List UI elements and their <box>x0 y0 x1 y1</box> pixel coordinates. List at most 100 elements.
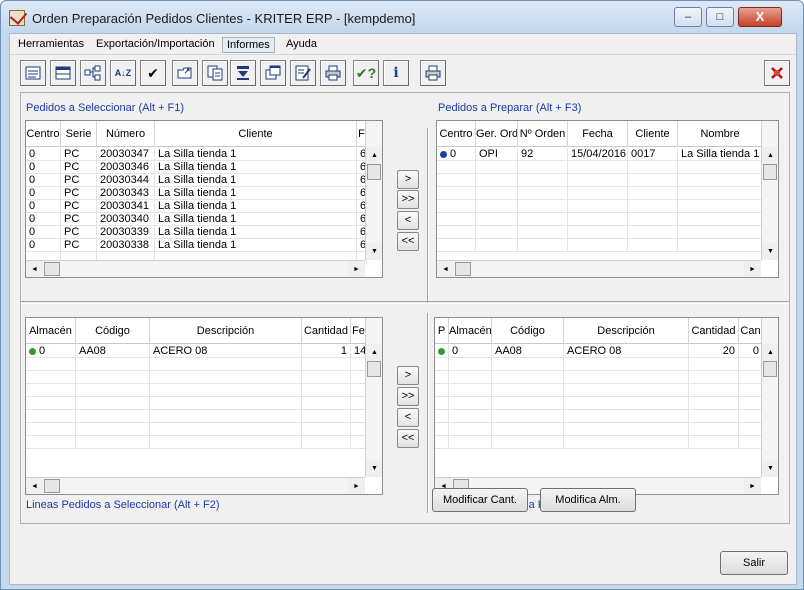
pedidos-preparar-grid[interactable]: Centro Ger. Ord Nº Orden Fecha Cliente Nombre… <box>436 120 779 278</box>
scroll-thumb[interactable] <box>455 262 471 276</box>
table-row[interactable]: 0 OPI 92 15/04/2016 0017 La Silla tienda 1 <box>437 148 763 161</box>
table-row[interactable]: 0 PC 20030343 La Silla tienda 16 <box>26 187 367 200</box>
scroll-thumb[interactable] <box>44 262 60 276</box>
column-header[interactable]: Descripción <box>564 318 689 344</box>
scroll-up-icon[interactable]: ▲ <box>366 147 382 164</box>
horizontal-scrollbar[interactable]: ◄ ► <box>26 477 365 494</box>
column-header[interactable]: Almacén <box>26 318 76 344</box>
pedidos-seleccionar-grid[interactable]: Centro Serie Número Cliente F 0 PC 20030347 La S… <box>25 120 383 278</box>
move-all-left-button[interactable]: << <box>397 232 419 251</box>
column-header[interactable]: Código <box>76 318 150 344</box>
empty-cell <box>76 423 150 436</box>
move-left-button[interactable]: < <box>397 211 419 230</box>
line-move-all-right-button[interactable]: >> <box>397 387 419 406</box>
column-header[interactable]: Descripción <box>150 318 302 344</box>
open-folder-icon[interactable] <box>172 60 198 86</box>
lineas-preparar-grid[interactable]: P Almacén Código Descripción Cantidad Can 0 AA0… <box>434 317 779 495</box>
menu-ayuda[interactable]: Ayuda <box>282 37 321 53</box>
scroll-down-icon[interactable]: ▼ <box>762 243 778 260</box>
vertical-scrollbar[interactable]: ▲ ▼ <box>761 318 778 477</box>
column-header[interactable]: Ger. Ord <box>476 121 518 147</box>
horizontal-scrollbar[interactable]: ◄ ► <box>437 260 761 277</box>
horizontal-scrollbar[interactable]: ◄ ► <box>26 260 365 277</box>
column-header[interactable]: Centro <box>26 121 61 147</box>
column-header[interactable]: Cantidad <box>689 318 739 344</box>
scroll-right-icon[interactable]: ► <box>744 478 761 494</box>
modifica-alm-button[interactable]: Modifica Alm. <box>540 488 636 512</box>
column-header[interactable]: Can <box>739 318 763 344</box>
scroll-thumb[interactable] <box>44 479 60 493</box>
vertical-scrollbar[interactable]: ▲ ▼ <box>761 121 778 260</box>
list-icon[interactable] <box>20 60 46 86</box>
table-icon[interactable] <box>50 60 76 86</box>
scroll-left-icon[interactable]: ◄ <box>26 478 43 494</box>
table-row[interactable]: 0 AA08 ACERO 08 20 0 <box>435 345 763 358</box>
move-right-button[interactable]: > <box>397 170 419 189</box>
column-header[interactable]: Serie <box>61 121 97 147</box>
column-header[interactable]: Código <box>492 318 564 344</box>
edit-icon[interactable] <box>290 60 316 86</box>
menu-exportacion-importacion[interactable]: Exportación/Importación <box>92 37 219 53</box>
lineas-seleccionar-grid[interactable]: Almacén Código Descripción Cantidad Fe 0 AA08 A… <box>25 317 383 495</box>
table-row[interactable]: 0 PC 20030344 La Silla tienda 16 <box>26 174 367 187</box>
close-button[interactable]: X <box>738 7 782 27</box>
scroll-down-icon[interactable]: ▼ <box>366 243 382 260</box>
table-row[interactable]: 0 PC 20030339 La Silla tienda 16 <box>26 226 367 239</box>
windows-icon[interactable] <box>260 60 286 86</box>
check-icon[interactable]: ✔ <box>140 60 166 86</box>
exit-icon[interactable] <box>764 60 790 86</box>
vertical-scrollbar[interactable]: ▲ ▼ <box>365 121 382 260</box>
table-row[interactable]: 0 PC 20030341 La Silla tienda 16 <box>26 200 367 213</box>
scroll-thumb[interactable] <box>367 361 381 377</box>
salir-button[interactable]: Salir <box>720 551 788 575</box>
minimize-button[interactable]: – <box>674 7 702 27</box>
column-header[interactable]: Cliente <box>628 121 678 147</box>
table-row[interactable]: 0 PC 20030338 La Silla tienda 16 <box>26 239 367 252</box>
vertical-scrollbar[interactable]: ▲ ▼ <box>365 318 382 477</box>
filter-icon[interactable] <box>230 60 256 86</box>
horizontal-splitter[interactable] <box>21 301 789 304</box>
scroll-up-icon[interactable]: ▲ <box>762 147 778 164</box>
column-header[interactable]: Nº Orden <box>518 121 568 147</box>
modificar-cant-button[interactable]: Modificar Cant. <box>432 488 528 512</box>
column-header[interactable]: Cliente <box>155 121 357 147</box>
help-check-icon[interactable]: ✔? <box>353 60 379 86</box>
scroll-up-icon[interactable]: ▲ <box>762 344 778 361</box>
scroll-left-icon[interactable]: ◄ <box>437 261 454 277</box>
column-header[interactable]: Centro <box>437 121 476 147</box>
menu-herramientas[interactable]: Herramientas <box>14 37 88 53</box>
table-row[interactable]: 0 PC 20030347 La Silla tienda 16 <box>26 148 367 161</box>
scroll-thumb[interactable] <box>763 361 777 377</box>
scroll-down-icon[interactable]: ▼ <box>366 460 382 477</box>
column-header[interactable]: Fecha <box>568 121 628 147</box>
table-row[interactable]: 0 AA08 ACERO 08 1 14 <box>26 345 367 358</box>
copy-icon[interactable] <box>202 60 228 86</box>
column-header[interactable]: Almacén <box>449 318 492 344</box>
scroll-down-icon[interactable]: ▼ <box>762 460 778 477</box>
scroll-thumb[interactable] <box>367 164 381 180</box>
line-move-all-left-button[interactable]: << <box>397 429 419 448</box>
column-header[interactable]: Número <box>97 121 155 147</box>
column-header[interactable]: Nombre <box>678 121 763 147</box>
column-header[interactable]: P <box>435 318 449 344</box>
panel-area: Pedidos a Seleccionar (Alt + F1) Centro S… <box>20 92 790 524</box>
print-icon[interactable] <box>320 60 346 86</box>
table-row[interactable]: 0 PC 20030340 La Silla tienda 16 <box>26 213 367 226</box>
scroll-right-icon[interactable]: ► <box>348 261 365 277</box>
scroll-thumb[interactable] <box>763 164 777 180</box>
printer-icon[interactable] <box>420 60 446 86</box>
maximize-button[interactable]: □ <box>706 7 734 27</box>
line-move-right-button[interactable]: > <box>397 366 419 385</box>
tree-icon[interactable] <box>80 60 106 86</box>
column-header[interactable]: Cantidad <box>302 318 351 344</box>
scroll-up-icon[interactable]: ▲ <box>366 344 382 361</box>
move-all-right-button[interactable]: >> <box>397 190 419 209</box>
table-row[interactable]: 0 PC 20030346 La Silla tienda 16 <box>26 161 367 174</box>
scroll-right-icon[interactable]: ► <box>744 261 761 277</box>
line-move-left-button[interactable]: < <box>397 408 419 427</box>
info-icon[interactable]: i <box>383 60 409 86</box>
scroll-left-icon[interactable]: ◄ <box>26 261 43 277</box>
sort-icon[interactable]: A↓Z <box>110 60 136 86</box>
scroll-right-icon[interactable]: ► <box>348 478 365 494</box>
menu-informes[interactable]: Informes <box>222 37 275 53</box>
